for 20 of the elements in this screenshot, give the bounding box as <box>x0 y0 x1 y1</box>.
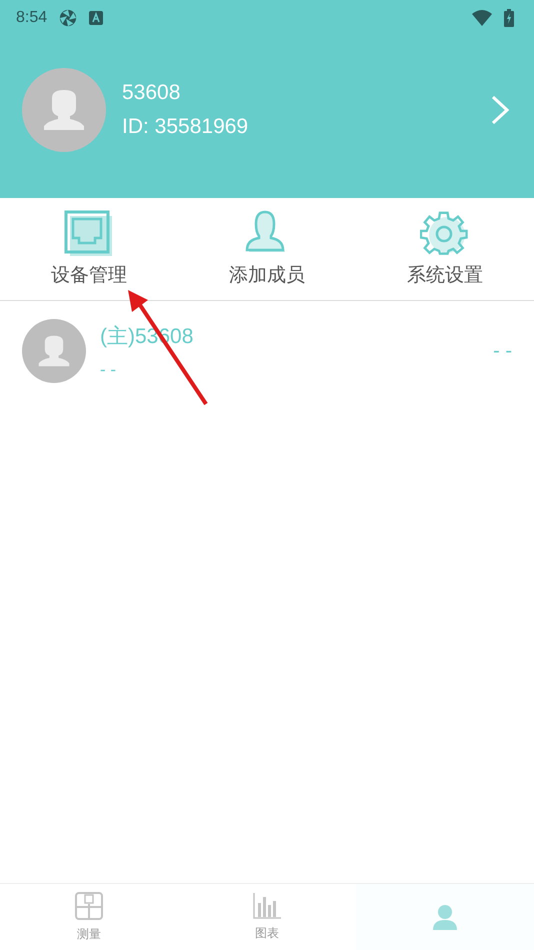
person-icon <box>431 903 459 931</box>
aperture-icon <box>59 9 78 27</box>
member-value: - - <box>493 340 512 362</box>
scale-icon <box>75 892 103 920</box>
status-time: 8:54 <box>16 9 48 27</box>
chevron-right-icon[interactable] <box>490 94 510 126</box>
profile-id: ID: 35581969 <box>122 115 250 139</box>
action-label[interactable]: 设备管理 <box>51 262 127 288</box>
member-subtitle: - - <box>100 360 118 380</box>
bar-chart-icon <box>253 892 281 918</box>
action-label[interactable]: 添加成员 <box>229 262 305 288</box>
profile-name: 53608 <box>122 81 182 105</box>
avatar <box>22 319 86 383</box>
battery-icon <box>504 9 514 27</box>
wifi-icon <box>472 10 492 26</box>
a-icon <box>89 11 104 25</box>
action-label[interactable]: 系统设置 <box>407 262 483 288</box>
tab[interactable] <box>356 884 534 950</box>
settings-icon[interactable] <box>420 210 470 256</box>
router-icon[interactable] <box>64 210 114 256</box>
